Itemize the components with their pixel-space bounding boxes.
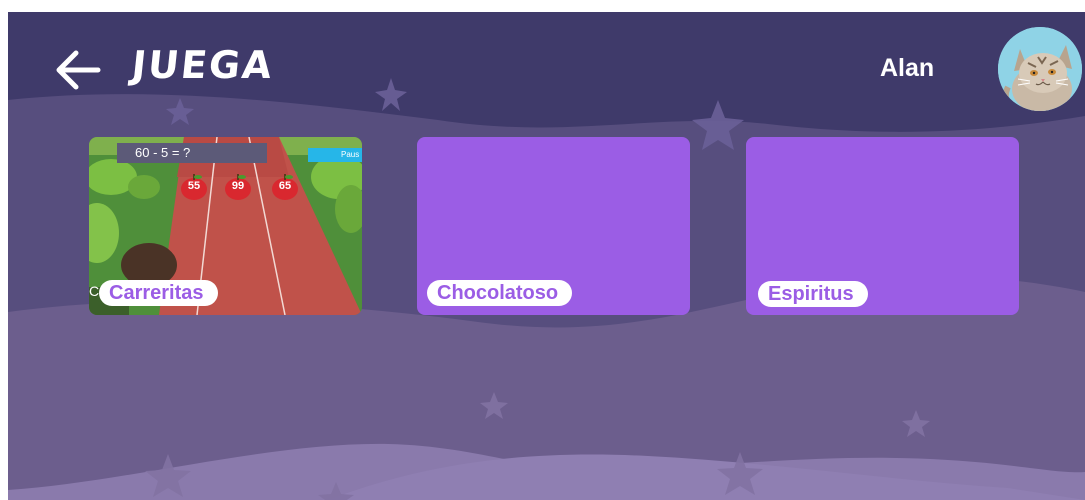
game-card-chocolatoso[interactable]: Chocolatoso xyxy=(417,137,690,315)
user-avatar[interactable] xyxy=(998,27,1082,111)
answer-apple: 99 xyxy=(223,173,253,201)
app-screen: JUEGA Alan 60 - 5 = ? Paus 55 99 65 C Ca… xyxy=(8,12,1085,500)
preview-corner-text: C xyxy=(89,283,100,299)
math-question: 60 - 5 = ? xyxy=(117,143,267,163)
answer-value: 99 xyxy=(231,180,245,192)
answer-apple: 65 xyxy=(270,173,300,201)
game-card-espiritus[interactable]: Espiritus xyxy=(746,137,1019,315)
user-name: Alan xyxy=(880,54,935,82)
pause-button: Paus xyxy=(308,148,362,162)
game-label: Chocolatoso xyxy=(427,280,573,306)
arrow-left-icon xyxy=(56,50,101,90)
header-bar: JUEGA Alan xyxy=(8,12,1085,122)
game-card-carreritas[interactable]: 60 - 5 = ? Paus 55 99 65 C Carreritas xyxy=(89,137,362,315)
answer-value: 55 xyxy=(187,180,201,192)
cat-avatar-icon xyxy=(998,27,1082,111)
game-label: Carreritas xyxy=(99,280,218,306)
answer-apple: 55 xyxy=(179,173,209,201)
answer-value: 65 xyxy=(278,180,292,192)
game-label: Espiritus xyxy=(758,281,868,307)
page-title: JUEGA xyxy=(129,43,276,87)
back-button[interactable] xyxy=(52,48,104,92)
